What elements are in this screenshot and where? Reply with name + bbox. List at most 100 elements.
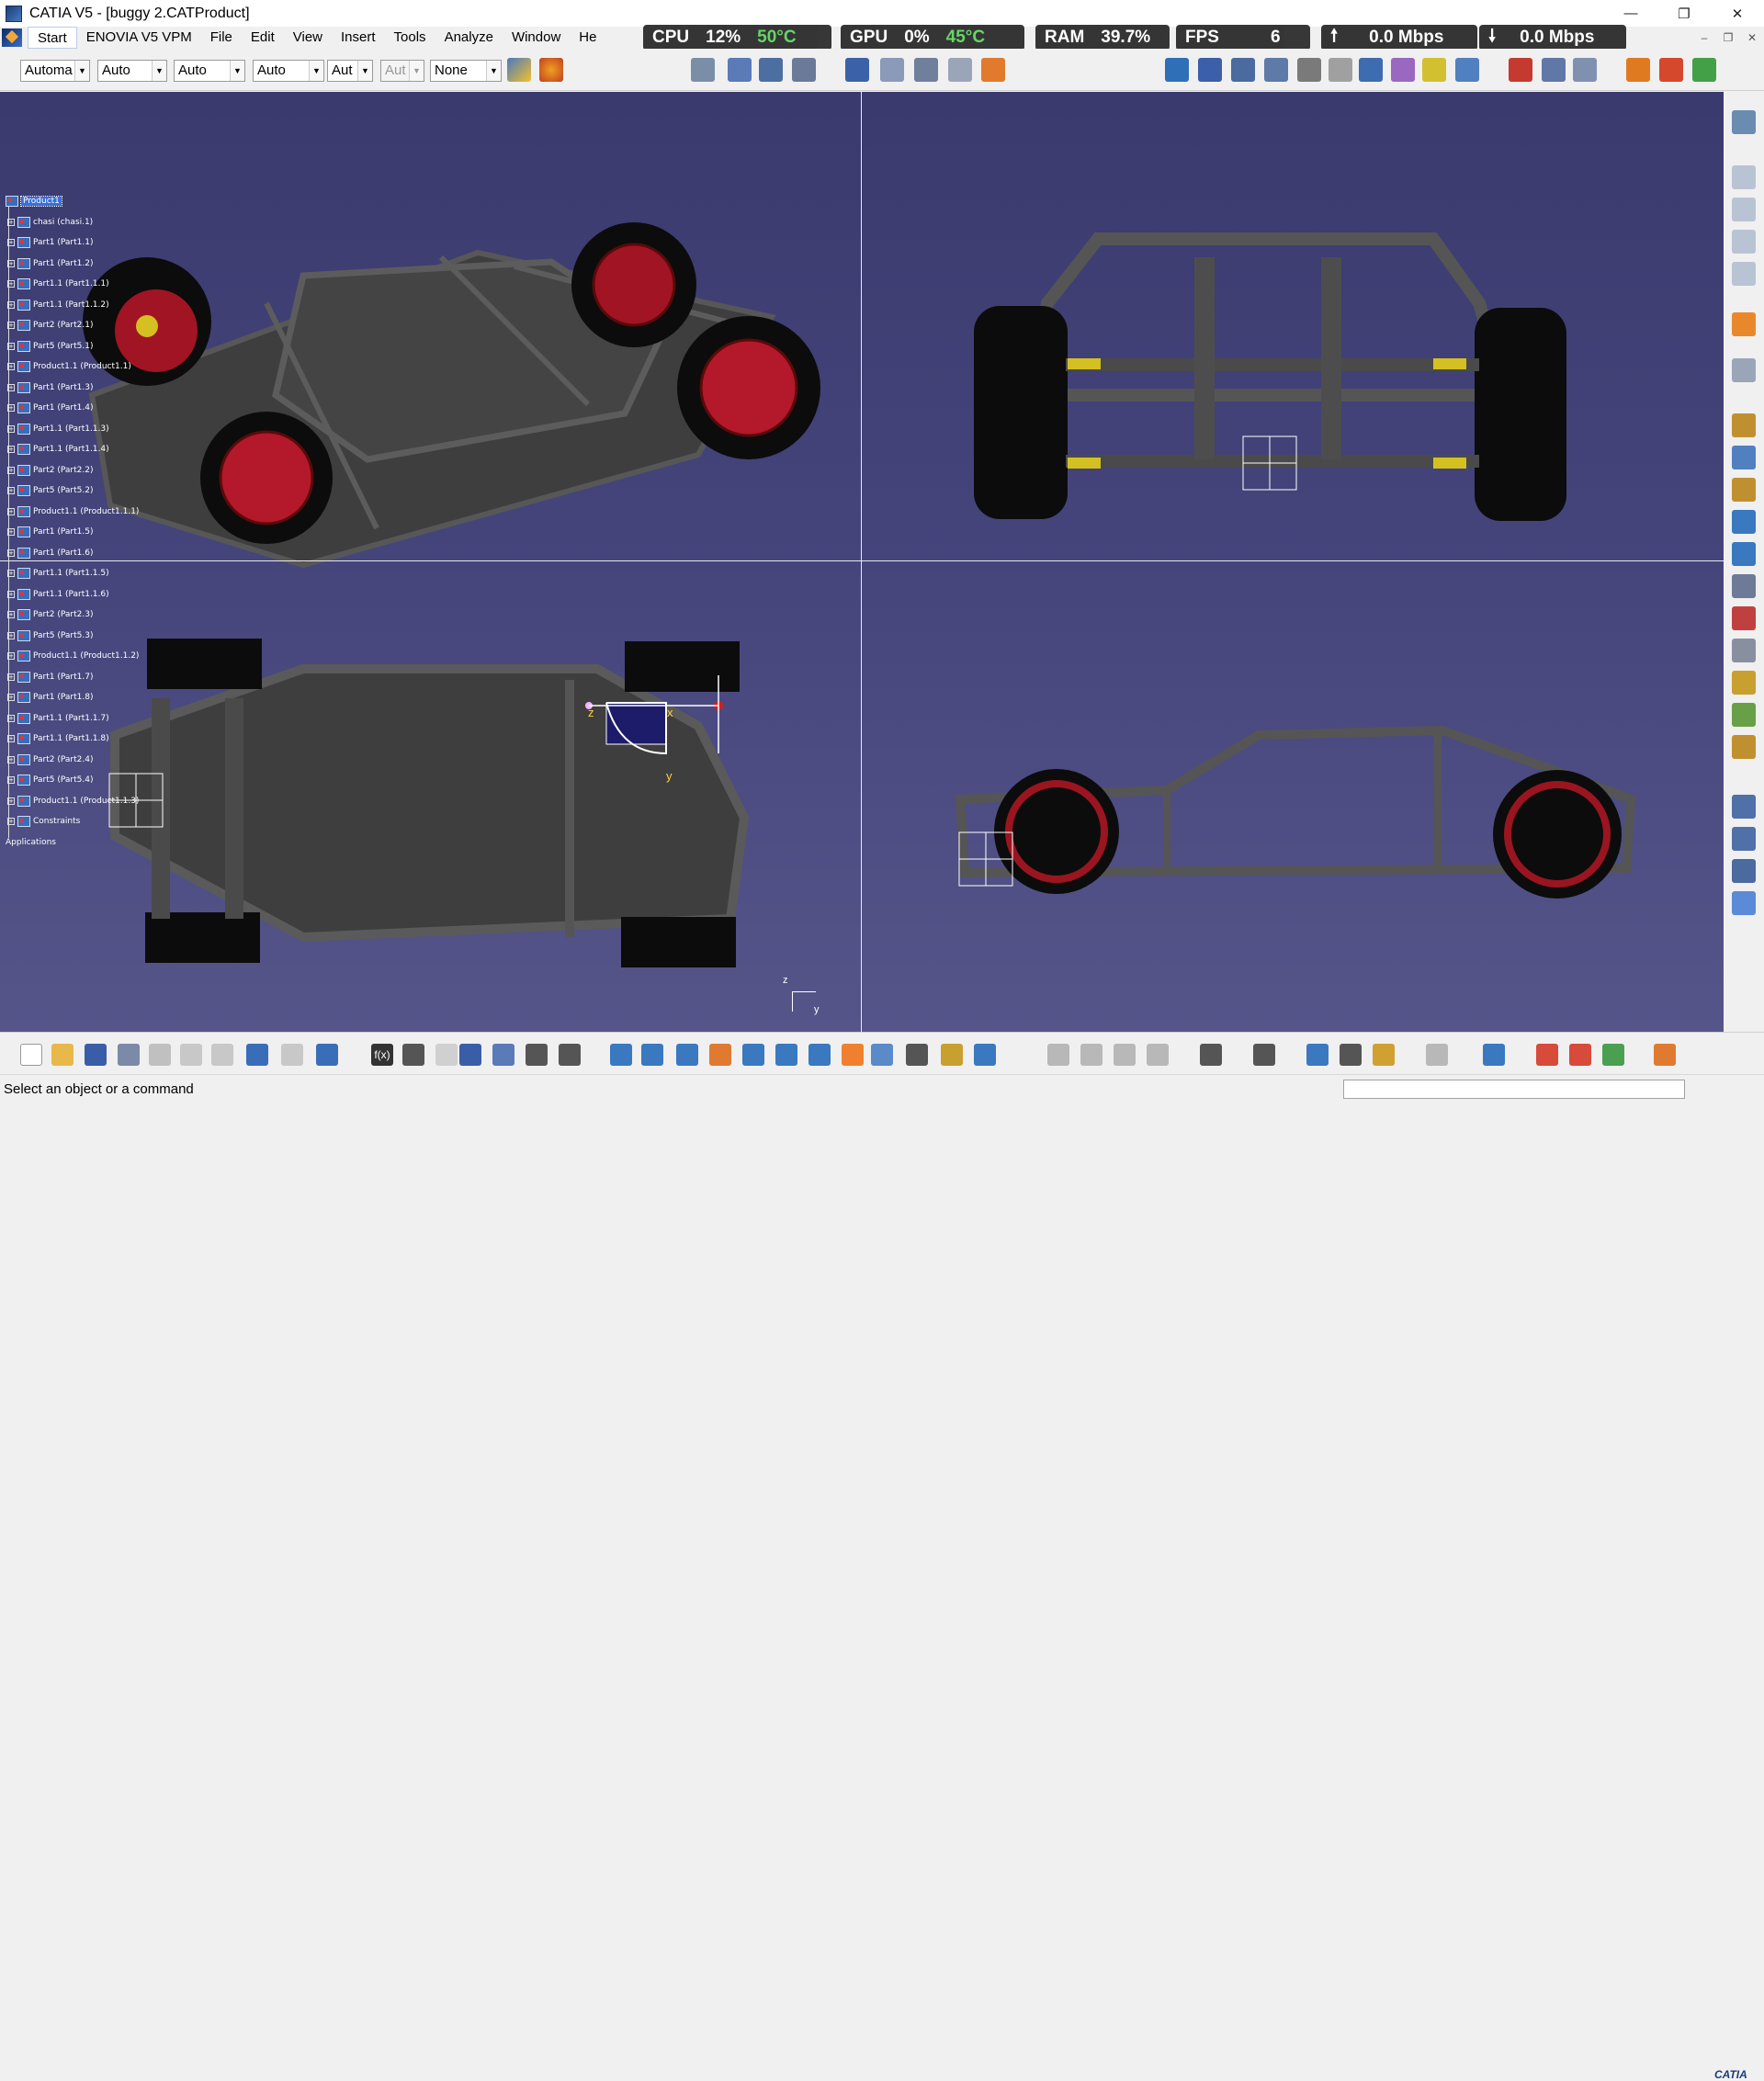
refresh-icon[interactable] bbox=[1426, 1044, 1448, 1066]
plane-view-icon[interactable] bbox=[1483, 1044, 1505, 1066]
expand-toggle-icon[interactable]: + bbox=[7, 611, 15, 619]
close-button[interactable]: ✕ bbox=[1711, 0, 1764, 27]
viewport-split-horizontal[interactable] bbox=[0, 560, 1724, 561]
menu-edit[interactable]: Edit bbox=[242, 27, 284, 49]
components-icon[interactable] bbox=[728, 58, 752, 82]
distance-analysis-icon[interactable] bbox=[1306, 1044, 1329, 1066]
clash-icon[interactable] bbox=[1253, 1044, 1275, 1066]
sketcher-icon[interactable] bbox=[1047, 1044, 1069, 1066]
swap-space-icon[interactable] bbox=[974, 1044, 996, 1066]
view-mode-icon[interactable] bbox=[906, 1044, 928, 1066]
flexible-rigid-icon[interactable] bbox=[1359, 58, 1383, 82]
formula-icon[interactable]: f(x) bbox=[371, 1044, 393, 1066]
change-constraint-icon[interactable] bbox=[1391, 58, 1415, 82]
menu-enovia[interactable]: ENOVIA V5 VPM bbox=[77, 27, 201, 49]
expand-toggle-icon[interactable]: + bbox=[7, 818, 15, 826]
tree-item[interactable]: + Part1.1 (Part1.1.2) bbox=[6, 295, 139, 316]
menu-analyze[interactable]: Analyze bbox=[435, 27, 503, 49]
generate-numbering-icon[interactable] bbox=[1659, 58, 1683, 82]
tree-item[interactable]: Product1 bbox=[6, 191, 139, 212]
contact-constraint-icon[interactable] bbox=[1198, 58, 1222, 82]
existing-component-icon[interactable] bbox=[1732, 262, 1756, 286]
offset-constraint-icon[interactable] bbox=[1231, 58, 1255, 82]
normal-view-icon[interactable] bbox=[808, 1044, 831, 1066]
symmetry-icon[interactable] bbox=[1732, 606, 1756, 630]
lights-icon[interactable] bbox=[1602, 1044, 1624, 1066]
expand-toggle-icon[interactable]: + bbox=[7, 259, 15, 267]
render-icon[interactable] bbox=[1536, 1044, 1558, 1066]
expand-toggle-icon[interactable]: + bbox=[7, 218, 15, 226]
capture-icon[interactable] bbox=[1200, 1044, 1222, 1066]
catia-menu-logo-icon[interactable] bbox=[2, 28, 22, 47]
minimize-button[interactable]: — bbox=[1604, 0, 1657, 27]
product-management-icon[interactable] bbox=[1732, 110, 1756, 134]
publication-icon[interactable] bbox=[1732, 703, 1756, 727]
expand-toggle-icon[interactable]: + bbox=[7, 507, 15, 515]
expand-toggle-icon[interactable]: + bbox=[7, 363, 15, 371]
copy-icon[interactable] bbox=[180, 1044, 202, 1066]
tree-item[interactable]: + Part1 (Part1.7) bbox=[6, 667, 139, 688]
expand-toggle-icon[interactable]: + bbox=[7, 342, 15, 350]
tree-item[interactable]: + Part1 (Part1.1) bbox=[6, 232, 139, 254]
menu-file[interactable]: File bbox=[201, 27, 242, 49]
tree-item[interactable]: + Product1.1 (Product1.1.2) bbox=[6, 646, 139, 667]
expand-toggle-icon[interactable]: + bbox=[7, 673, 15, 681]
update-icon[interactable] bbox=[1422, 58, 1446, 82]
tree-item[interactable]: + Part1.1 (Part1.1.4) bbox=[6, 439, 139, 460]
expand-toggle-icon[interactable]: + bbox=[7, 466, 15, 474]
color-combo[interactable]: Automa ▼ bbox=[20, 60, 90, 82]
tree-item[interactable]: + Part1.1 (Part1.1.6) bbox=[6, 584, 139, 605]
tree-item[interactable]: + Part1 (Part1.2) bbox=[6, 254, 139, 275]
flag-note-icon[interactable] bbox=[914, 58, 938, 82]
tree-item[interactable]: + Part1 (Part1.8) bbox=[6, 687, 139, 708]
expand-toggle-icon[interactable]: + bbox=[7, 694, 15, 702]
comment-icon[interactable] bbox=[402, 1044, 424, 1066]
tree-item[interactable]: + Part1 (Part1.5) bbox=[6, 522, 139, 543]
compute-clash-icon[interactable] bbox=[1373, 1044, 1395, 1066]
bill-of-material-icon[interactable] bbox=[1626, 58, 1650, 82]
mdi-minimize-button[interactable]: – bbox=[1692, 27, 1716, 49]
tree-item[interactable]: + Part2 (Part2.4) bbox=[6, 750, 139, 771]
point-symbol-combo[interactable]: Aut ▼ bbox=[327, 60, 373, 82]
tree-item[interactable]: + chasi (chasi.1) bbox=[6, 212, 139, 233]
quick-constraint-icon[interactable] bbox=[1329, 58, 1352, 82]
split-icon[interactable] bbox=[1732, 542, 1756, 566]
plane-icon[interactable] bbox=[1732, 795, 1756, 819]
tree-item[interactable]: + Constraints bbox=[6, 811, 139, 832]
new-file-icon[interactable] bbox=[20, 1044, 42, 1066]
expand-toggle-icon[interactable]: + bbox=[7, 300, 15, 309]
tree-item[interactable]: + Part1.1 (Part1.1.8) bbox=[6, 729, 139, 750]
paste-icon[interactable] bbox=[211, 1044, 233, 1066]
snap-icon[interactable] bbox=[1573, 58, 1597, 82]
expand-toggle-icon[interactable]: + bbox=[7, 404, 15, 413]
constraints-icon[interactable] bbox=[1732, 358, 1756, 382]
expand-toggle-icon[interactable]: + bbox=[7, 280, 15, 288]
catalog-icon[interactable] bbox=[1732, 671, 1756, 695]
new-part-icon[interactable] bbox=[1732, 230, 1756, 254]
fix-together-icon[interactable] bbox=[1297, 58, 1321, 82]
expand-toggle-icon[interactable]: + bbox=[7, 383, 15, 391]
product-structure-icon[interactable] bbox=[691, 58, 715, 82]
expand-toggle-icon[interactable]: + bbox=[7, 570, 15, 578]
tree-item[interactable]: + Part1 (Part1.4) bbox=[6, 398, 139, 419]
insert-icon[interactable] bbox=[1732, 510, 1756, 534]
pan-icon[interactable] bbox=[676, 1044, 698, 1066]
gear-icon[interactable] bbox=[1732, 413, 1756, 437]
tree-item[interactable]: + Part5 (Part5.3) bbox=[6, 626, 139, 647]
menu-help[interactable]: He bbox=[570, 27, 605, 49]
multi-view-icon[interactable] bbox=[842, 1044, 864, 1066]
3d-viewport[interactable]: z x y z y Product1 + chasi (chasi.1) + Part1… bbox=[0, 92, 1724, 1032]
new-product-icon[interactable] bbox=[1732, 198, 1756, 221]
explode-icon[interactable] bbox=[1509, 58, 1532, 82]
material-icon[interactable] bbox=[539, 58, 563, 82]
tree-item[interactable]: + Part2 (Part2.1) bbox=[6, 315, 139, 336]
menu-start[interactable]: Start bbox=[28, 27, 77, 49]
expand-toggle-icon[interactable]: + bbox=[7, 239, 15, 247]
expand-toggle-icon[interactable]: + bbox=[7, 735, 15, 743]
fix-component-icon[interactable] bbox=[1165, 58, 1189, 82]
select-arrow-icon[interactable] bbox=[1732, 312, 1756, 336]
transparency-combo[interactable]: Auto ▼ bbox=[97, 60, 167, 82]
whats-this-icon[interactable] bbox=[316, 1044, 338, 1066]
expand-toggle-icon[interactable]: + bbox=[7, 549, 15, 557]
lock-icon[interactable] bbox=[526, 1044, 548, 1066]
